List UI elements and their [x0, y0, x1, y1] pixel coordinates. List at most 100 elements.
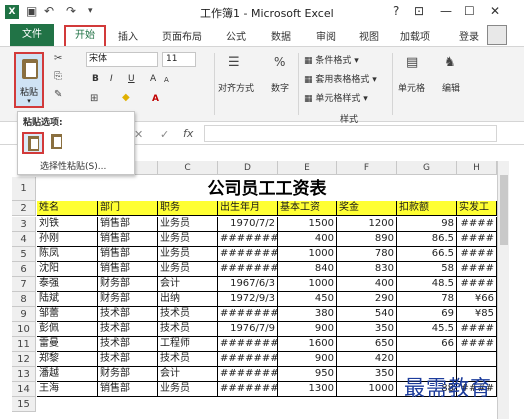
tab-file[interactable]: 文件 — [10, 24, 54, 46]
table-cell[interactable]: 业务员 — [158, 247, 218, 262]
table-cell[interactable]: 780 — [337, 247, 397, 262]
table-cell[interactable]: 郑黎 — [37, 352, 98, 367]
table-cell[interactable]: 450 — [278, 292, 337, 307]
table-cell[interactable]: 1000 — [278, 247, 337, 262]
table-cell[interactable]: 78 — [397, 292, 457, 307]
table-cell[interactable]: ######## — [218, 382, 278, 397]
header-cell[interactable]: 职务 — [158, 201, 218, 216]
table-cell[interactable]: 刘铁 — [37, 217, 98, 232]
paste-button[interactable]: 粘贴 ▾ — [14, 52, 44, 108]
row-header[interactable]: 12 — [12, 352, 36, 367]
table-cell[interactable]: 技术员 — [158, 352, 218, 367]
table-cell[interactable]: 1500 — [278, 217, 337, 232]
tab-addins[interactable]: 加载项 — [400, 28, 430, 43]
column-header[interactable]: G — [397, 161, 457, 175]
row-header[interactable]: 15 — [12, 397, 36, 412]
percent-icon[interactable]: % — [274, 55, 285, 69]
scrollbar-thumb[interactable] — [500, 175, 508, 245]
cut-icon[interactable]: ✂ — [54, 53, 62, 64]
table-cell[interactable]: #### — [457, 217, 497, 232]
table-cell[interactable]: 业务员 — [158, 382, 218, 397]
cells-button[interactable]: 单元格 — [398, 81, 425, 94]
table-cell[interactable]: 技术部 — [98, 322, 158, 337]
table-cell[interactable]: 技术部 — [98, 352, 158, 367]
row-header[interactable]: 2 — [12, 201, 36, 216]
tab-page-layout[interactable]: 页面布局 — [162, 28, 202, 43]
table-cell[interactable]: 邹蕾 — [37, 307, 98, 322]
table-cell[interactable]: 66 — [397, 337, 457, 352]
tab-data[interactable]: 数据 — [271, 28, 291, 43]
header-cell[interactable]: 姓名 — [37, 201, 98, 216]
row-header[interactable]: 7 — [12, 277, 36, 292]
tab-formulas[interactable]: 公式 — [226, 28, 246, 43]
table-cell[interactable]: #### — [457, 247, 497, 262]
table-cell[interactable]: 380 — [278, 307, 337, 322]
table-cell[interactable]: #### — [457, 322, 497, 337]
row-header[interactable]: 3 — [12, 217, 36, 232]
avatar[interactable] — [487, 25, 507, 45]
table-cell[interactable]: 会计 — [158, 277, 218, 292]
table-cell[interactable]: 陈凤 — [37, 247, 98, 262]
table-cell[interactable]: 400 — [278, 232, 337, 247]
table-cell[interactable]: 彭佩 — [37, 322, 98, 337]
table-cell[interactable]: 销售部 — [98, 217, 158, 232]
customize-qat-icon[interactable]: ▾ — [88, 6, 93, 16]
minimize-button[interactable]: — — [440, 4, 452, 18]
ribbon-display-options-button[interactable]: ⊡ — [414, 4, 424, 18]
italic-button[interactable]: I — [110, 74, 113, 84]
table-cell[interactable]: 1300 — [278, 382, 337, 397]
table-cell[interactable]: 工程师 — [158, 337, 218, 352]
table-cell[interactable]: 财务部 — [98, 367, 158, 382]
copy-icon[interactable]: ⎘ — [54, 71, 62, 82]
tab-view[interactable]: 视图 — [359, 28, 379, 43]
table-cell[interactable]: 出纳 — [158, 292, 218, 307]
table-cell[interactable]: ######## — [218, 367, 278, 382]
table-cell[interactable]: 830 — [337, 262, 397, 277]
table-cell[interactable]: 会计 — [158, 367, 218, 382]
table-cell[interactable]: 王海 — [37, 382, 98, 397]
paste-special-item[interactable]: 选择性粘贴(S)... — [40, 159, 106, 172]
row-header[interactable]: 13 — [12, 367, 36, 382]
cell-styles-button[interactable]: ▦ 单元格样式 ▾ — [304, 91, 368, 104]
table-cell[interactable]: ######## — [218, 247, 278, 262]
table-cell[interactable]: 48.5 — [397, 277, 457, 292]
maximize-button[interactable]: ☐ — [464, 4, 475, 18]
tab-home[interactable]: 开始 — [64, 25, 106, 46]
table-cell[interactable]: #### — [457, 277, 497, 292]
row-header[interactable]: 5 — [12, 247, 36, 262]
formula-input[interactable] — [204, 125, 497, 142]
table-cell[interactable]: 890 — [337, 232, 397, 247]
help-button[interactable]: ? — [393, 4, 399, 18]
table-cell[interactable]: 业务员 — [158, 217, 218, 232]
table-cell[interactable]: 沈阳 — [37, 262, 98, 277]
table-cell[interactable]: #### — [457, 262, 497, 277]
table-cell[interactable] — [457, 352, 497, 367]
table-cell[interactable]: 45.5 — [397, 322, 457, 337]
table-cell[interactable]: 290 — [337, 292, 397, 307]
table-cell[interactable]: 1967/6/3 — [218, 277, 278, 292]
tab-insert[interactable]: 插入 — [118, 28, 138, 43]
column-header[interactable]: C — [158, 161, 218, 175]
underline-button[interactable]: U — [128, 74, 135, 84]
font-name-select[interactable]: 宋体 — [86, 52, 158, 67]
table-cell[interactable]: #### — [457, 232, 497, 247]
table-cell[interactable]: 泰强 — [37, 277, 98, 292]
grow-font-button[interactable]: A — [150, 74, 156, 84]
fill-color-icon[interactable]: ◆ — [122, 92, 130, 103]
table-cell[interactable]: #### — [457, 337, 497, 352]
table-cell[interactable]: 950 — [278, 367, 337, 382]
table-cell[interactable]: 86.5 — [397, 232, 457, 247]
table-cell[interactable]: 陆斌 — [37, 292, 98, 307]
table-cell[interactable]: 350 — [337, 322, 397, 337]
format-painter-icon[interactable]: ✎ — [54, 89, 62, 100]
table-cell[interactable]: ¥66 — [457, 292, 497, 307]
table-cell[interactable]: ######## — [218, 262, 278, 277]
number-button[interactable]: 数字 — [271, 81, 289, 94]
table-cell[interactable]: 69 — [397, 307, 457, 322]
function-icon[interactable]: fx — [183, 127, 193, 140]
table-cell[interactable]: 840 — [278, 262, 337, 277]
enter-icon[interactable]: ✓ — [160, 128, 169, 141]
row-header[interactable]: 8 — [12, 292, 36, 307]
table-cell[interactable]: 销售部 — [98, 232, 158, 247]
table-cell[interactable]: 900 — [278, 322, 337, 337]
